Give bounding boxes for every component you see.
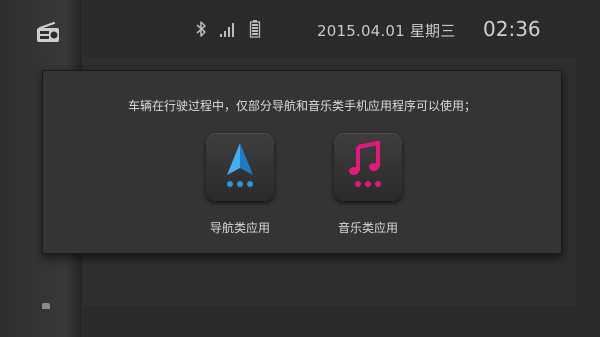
bluetooth-icon bbox=[195, 20, 207, 38]
music-app-label: 音乐类应用 bbox=[337, 221, 398, 235]
clock: 02:36 bbox=[483, 17, 541, 41]
radio-button[interactable] bbox=[35, 22, 61, 44]
battery-icon bbox=[249, 19, 261, 39]
handle-indicator bbox=[42, 303, 50, 309]
music-app-button[interactable]: 音乐类应用 bbox=[318, 133, 418, 236]
radio-icon bbox=[37, 22, 59, 42]
date-label: 2015.04.01 星期三 bbox=[317, 22, 456, 40]
navigation-app-button[interactable]: 导航类应用 bbox=[190, 133, 290, 236]
music-note-icon bbox=[349, 140, 381, 187]
music-app-tile[interactable] bbox=[334, 133, 402, 201]
navigation-app-tile[interactable] bbox=[206, 133, 274, 201]
status-bar: 2015.04.01 星期三 02:36 bbox=[0, 0, 600, 58]
navigation-arrow-icon bbox=[227, 143, 253, 187]
navigation-app-label: 导航类应用 bbox=[209, 221, 270, 235]
signal-icon bbox=[219, 20, 237, 38]
restriction-dialog: 车辆在行驶过程中，仅部分导航和音乐类手机应用程序可以使用； 导航类应用 音乐类应… bbox=[42, 70, 562, 254]
dialog-message: 车辆在行驶过程中，仅部分导航和音乐类手机应用程序可以使用； bbox=[127, 99, 476, 113]
